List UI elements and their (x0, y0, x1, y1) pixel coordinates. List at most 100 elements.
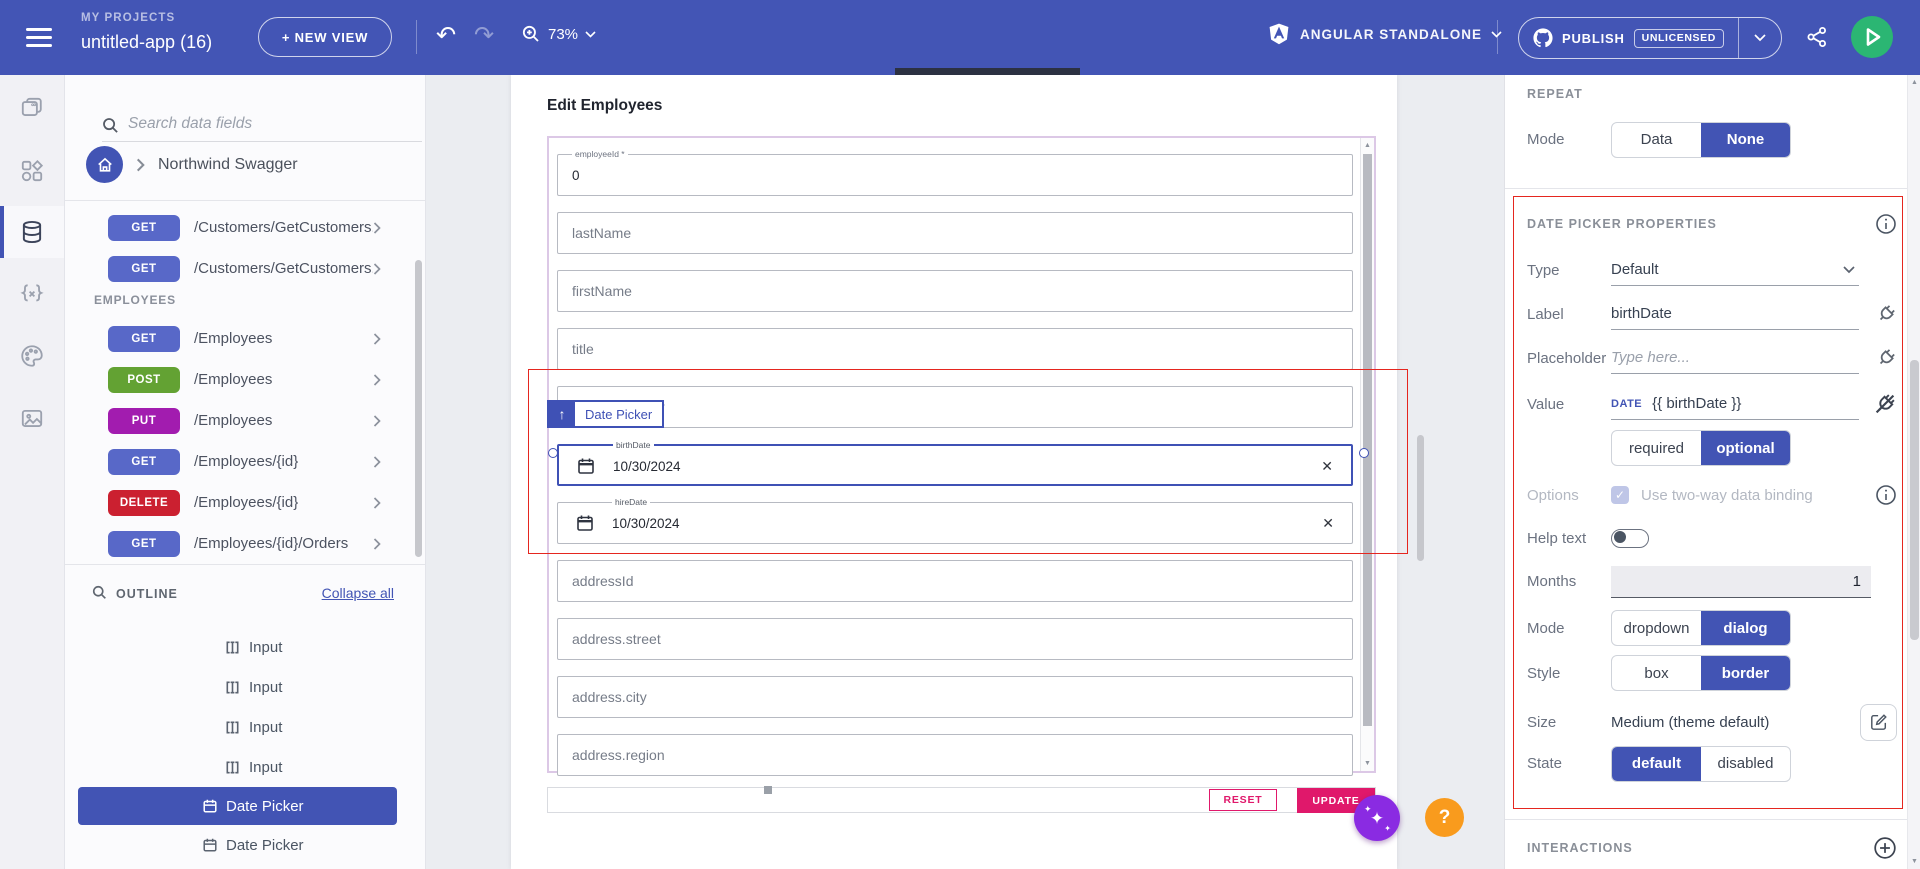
clear-icon[interactable]: ✕ (1322, 515, 1334, 532)
state-toggle[interactable]: default disabled (1611, 746, 1791, 782)
option-box[interactable]: box (1612, 656, 1701, 690)
framework-selector[interactable]: ANGULAR STANDALONE (1267, 22, 1502, 46)
outline-item[interactable]: Input (64, 667, 425, 707)
edit-icon[interactable] (1860, 704, 1897, 741)
menu-icon[interactable] (26, 28, 52, 47)
preview-play-button[interactable] (1851, 16, 1893, 58)
resize-handle-left[interactable] (548, 448, 558, 458)
bind-icon[interactable] (1875, 347, 1897, 369)
option-optional[interactable]: optional (1701, 431, 1790, 465)
inspector-scrollbar[interactable]: ▲ ▼ (1907, 75, 1920, 869)
selected-widget-tag[interactable]: ↑ Date Picker (547, 400, 664, 428)
endpoint-row[interactable]: GET /Employees/{id} (64, 441, 425, 482)
scrollbar-thumb[interactable] (1910, 360, 1919, 640)
info-icon[interactable] (1875, 213, 1897, 235)
form-input[interactable]: titleOfCourtesy titleOfCourtesy (557, 386, 1353, 428)
rail-item-pages[interactable] (0, 82, 64, 134)
placeholder-input[interactable]: Type here... (1611, 343, 1859, 374)
form-input[interactable]: lastName lastName (557, 212, 1353, 254)
form-input[interactable]: employeeId * employeeId * 0 (557, 154, 1353, 196)
calendar-icon[interactable] (576, 514, 594, 532)
form-input[interactable]: title title (557, 328, 1353, 370)
scroll-down-icon[interactable]: ▼ (1911, 858, 1918, 865)
datasource-row[interactable]: Northwind Swagger (86, 146, 298, 183)
fields-after: addressId addressId address.street addre… (557, 560, 1353, 776)
type-select[interactable]: Default (1611, 255, 1859, 286)
help-button[interactable]: ? (1425, 798, 1464, 837)
repeat-mode-toggle[interactable]: Data None (1611, 122, 1791, 158)
option-default[interactable]: default (1612, 747, 1701, 781)
option-border[interactable]: border (1701, 656, 1790, 690)
style-toggle[interactable]: box border (1611, 655, 1791, 691)
edit-form-container[interactable]: employeeId * employeeId * 0 lastName las… (547, 136, 1376, 773)
endpoint-row[interactable]: DELETE /Employees/{id} (64, 482, 425, 523)
endpoint-row[interactable]: POST /Employees (64, 359, 425, 400)
scrollbar-thumb[interactable] (1363, 154, 1372, 726)
resize-handle-right[interactable] (1359, 448, 1369, 458)
container-handle[interactable] (764, 786, 772, 794)
canvas-scrollbar[interactable] (1417, 435, 1424, 561)
redo-icon[interactable]: ↷ (474, 22, 494, 50)
outline-item[interactable]: Input (64, 707, 425, 747)
option-data[interactable]: Data (1612, 123, 1701, 157)
datepicker-fields: birthDate 10/30/2024 ✕ hireDate 10/30/20… (557, 444, 1353, 544)
rail-item-data[interactable] (0, 206, 64, 258)
option-dropdown[interactable]: dropdown (1612, 611, 1701, 645)
unbind-icon[interactable] (1873, 392, 1897, 416)
label-input[interactable]: birthDate (1611, 299, 1859, 330)
value-binding[interactable]: DATE {{ birthDate }} (1611, 389, 1859, 420)
undo-icon[interactable]: ↶ (436, 22, 456, 50)
outline-item[interactable]: Input (64, 747, 425, 787)
new-view-button[interactable]: + NEW VIEW (258, 17, 392, 57)
calendar-icon[interactable] (577, 457, 595, 475)
publish-dropdown[interactable] (1738, 18, 1781, 58)
option-dialog[interactable]: dialog (1701, 611, 1790, 645)
app-builder-window: MY PROJECTS untitled-app (16) + NEW VIEW… (0, 0, 1920, 869)
type-value: Default (1611, 261, 1659, 278)
publish-button[interactable]: PUBLISH UNLICENSED (1518, 17, 1782, 59)
panel-scrollbar[interactable] (415, 260, 422, 557)
endpoint-row[interactable]: GET /Employees (64, 318, 425, 359)
form-input[interactable]: firstName firstName (557, 270, 1353, 312)
search-icon (102, 117, 119, 134)
outline-item[interactable]: Input (64, 627, 425, 667)
clear-icon[interactable]: ✕ (1321, 458, 1333, 475)
share-icon[interactable] (1805, 25, 1829, 49)
scroll-up-icon[interactable]: ▲ (1364, 142, 1371, 149)
publish-main[interactable]: PUBLISH UNLICENSED (1519, 18, 1738, 58)
zoom-control[interactable]: 73% (521, 24, 596, 44)
option-disabled[interactable]: disabled (1701, 747, 1790, 781)
endpoint-row[interactable]: PUT /Employees (64, 400, 425, 441)
form-input[interactable]: addressId addressId (557, 560, 1353, 602)
option-required[interactable]: required (1612, 431, 1701, 465)
ai-assistant-button[interactable]: ✦ ✦ ✦ (1354, 795, 1400, 841)
help-text-toggle[interactable] (1611, 529, 1649, 548)
rail-item-code[interactable] (0, 268, 64, 320)
date-picker-widget[interactable]: hireDate 10/30/2024 ✕ (557, 502, 1353, 544)
endpoint-row[interactable]: GET /Customers/GetCustomers... (64, 207, 425, 248)
option-none[interactable]: None (1701, 123, 1790, 157)
scroll-down-icon[interactable]: ▼ (1364, 760, 1371, 767)
rail-item-media[interactable] (0, 393, 64, 445)
date-picker-widget[interactable]: birthDate 10/30/2024 ✕ (557, 444, 1353, 486)
picker-mode-toggle[interactable]: dropdown dialog (1611, 610, 1791, 646)
form-input[interactable]: address.region address.region (557, 734, 1353, 776)
bind-icon[interactable] (1875, 303, 1897, 325)
info-icon[interactable] (1875, 484, 1897, 506)
collapse-all-link[interactable]: Collapse all (322, 585, 394, 601)
rail-item-components[interactable] (0, 145, 64, 197)
scroll-up-icon[interactable]: ▲ (1911, 79, 1918, 86)
canvas-page[interactable]: Edit Employees employeeId * employeeId *… (511, 75, 1397, 869)
months-input[interactable]: 1 (1611, 566, 1871, 598)
form-input[interactable]: address.city address.city (557, 676, 1353, 718)
select-parent-icon[interactable]: ↑ (549, 402, 575, 426)
add-icon[interactable] (1873, 836, 1897, 860)
endpoint-row[interactable]: GET /Customers/GetCustomers... (64, 248, 425, 289)
endpoint-row[interactable]: GET /Employees/{id}/Orders (64, 523, 425, 564)
rail-item-theme[interactable] (0, 330, 64, 382)
required-toggle[interactable]: required optional (1611, 430, 1791, 466)
reset-button[interactable]: RESET (1209, 789, 1277, 811)
form-input[interactable]: address.street address.street (557, 618, 1353, 660)
outline-item[interactable]: Date Picker (64, 825, 425, 865)
outline-item[interactable]: Date Picker (78, 787, 397, 825)
